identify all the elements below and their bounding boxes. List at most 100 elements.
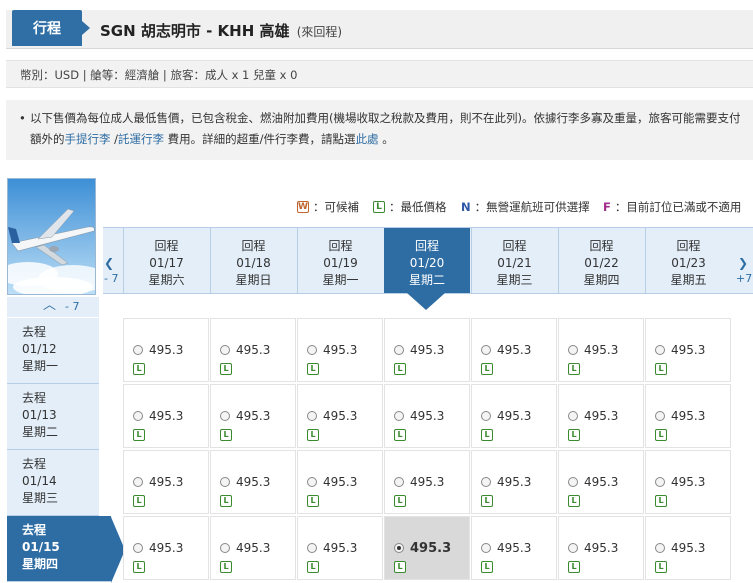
return-date-1[interactable]: 回程 01/18 星期日 [210,228,296,293]
lowest-price-badge-icon: L [394,363,406,375]
return-date-2[interactable]: 回程 01/19 星期一 [297,228,383,293]
fare-price: 495.3 [410,343,445,357]
fare-radio[interactable] [394,411,404,421]
departure-date-date: 01/13 [22,408,57,422]
fare-cell[interactable]: 495.3 L [384,384,470,448]
prev-week-link[interactable]: - 7 [104,272,118,285]
fare-cell[interactable]: 495.3 L [297,516,383,580]
return-date-label: 回程 [241,239,266,253]
fare-cell[interactable]: 495.3 L [471,384,557,448]
fare-radio[interactable] [307,477,317,487]
fare-radio[interactable] [568,411,578,421]
fare-cell[interactable]: 495.3 L [123,516,209,580]
fare-cell[interactable]: 495.3 L [558,450,644,514]
return-date-3[interactable]: 回程 01/20 星期二 [384,228,470,293]
return-date-6[interactable]: 回程 01/23 星期五 [645,228,731,293]
fare-cell[interactable]: 495.3 L [210,450,296,514]
departure-date-weekday: 星期三 [22,491,59,505]
route-text: SGN 胡志明市 - KHH 高雄 [100,22,290,40]
fare-cell[interactable]: 495.3 L [384,318,470,382]
fare-radio[interactable] [133,345,143,355]
fare-cell[interactable]: 495.3 L [645,516,731,580]
fare-radio[interactable] [655,411,665,421]
fare-cell[interactable]: 495.3 L [210,318,296,382]
lowest-price-icon: L [373,201,385,213]
fare-radio[interactable] [481,543,491,553]
lowest-price-badge-icon: L [307,495,319,507]
details-link[interactable]: 此處 [356,132,379,146]
fare-cell[interactable]: 495.3 L [297,450,383,514]
fare-radio[interactable] [481,477,491,487]
fare-radio[interactable] [220,477,230,487]
fare-radio[interactable] [394,543,404,553]
departure-date-label: 去程 [22,457,47,471]
fare-radio[interactable] [220,543,230,553]
fare-radio[interactable] [481,411,491,421]
fare-cell[interactable]: 495.3 L [384,516,470,580]
return-date-label: 回程 [502,239,527,253]
return-date-date: 01/19 [323,256,358,270]
fare-cell[interactable]: 495.3 L [471,516,557,580]
chevron-right-icon[interactable]: ❯ [738,256,748,270]
fare-price: 495.3 [584,343,619,357]
fare-cell[interactable]: 495.3 L [471,318,557,382]
departure-date-0[interactable]: 去程 01/12 星期一 [7,318,99,384]
fare-radio[interactable] [655,345,665,355]
return-date-weekday: 星期四 [583,273,620,287]
fare-cell[interactable]: 495.3 L [645,384,731,448]
legend-lowest: L ：最低價格 [373,199,447,215]
fare-price: 495.3 [671,343,706,357]
fare-radio[interactable] [133,543,143,553]
prev-departure-week[interactable]: ︿ - 7 [7,297,99,317]
return-date-label: 回程 [589,239,614,253]
fare-radio[interactable] [307,543,317,553]
fare-cell[interactable]: 495.3 L [210,516,296,580]
fare-cell[interactable]: 495.3 L [297,384,383,448]
fare-radio[interactable] [394,477,404,487]
fare-cell[interactable]: 495.3 L [123,450,209,514]
fare-radio[interactable] [133,411,143,421]
fare-radio[interactable] [481,345,491,355]
next-week-link[interactable]: +7 [736,272,752,285]
fare-cell[interactable]: 495.3 L [384,450,470,514]
fare-cell[interactable]: 495.3 L [558,516,644,580]
fare-cell[interactable]: 495.3 L [210,384,296,448]
lowest-price-badge-icon: L [481,363,493,375]
fare-radio[interactable] [655,477,665,487]
fare-radio[interactable] [568,477,578,487]
bullet-icon: • [19,111,26,125]
fare-price: 495.3 [671,475,706,489]
return-date-4[interactable]: 回程 01/21 星期三 [471,228,557,293]
fare-radio[interactable] [307,411,317,421]
lowest-price-badge-icon: L [655,561,667,573]
carry-on-baggage-link[interactable]: 手提行李 [65,132,111,146]
return-date-5[interactable]: 回程 01/22 星期四 [558,228,644,293]
departure-date-1[interactable]: 去程 01/13 星期二 [7,384,99,450]
fare-cell[interactable]: 495.3 L [645,450,731,514]
departure-date-2[interactable]: 去程 01/14 星期三 [7,450,99,516]
fare-radio[interactable] [568,345,578,355]
lowest-price-badge-icon: L [568,495,580,507]
prev-departure-text[interactable]: - 7 [65,297,79,317]
fare-cell[interactable]: 495.3 L [123,318,209,382]
itinerary-tab[interactable]: 行程 [12,10,82,46]
fare-radio[interactable] [220,345,230,355]
chevron-up-icon[interactable]: ︿ [43,296,56,316]
fare-cell[interactable]: 495.3 L [297,318,383,382]
chevron-left-icon[interactable]: ❮ [104,256,114,270]
departure-date-3[interactable]: 去程 01/15 星期四 [7,516,111,582]
fare-radio[interactable] [568,543,578,553]
checked-baggage-link[interactable]: 託運行李 [118,132,164,146]
fare-radio[interactable] [133,477,143,487]
fare-radio[interactable] [307,345,317,355]
fare-radio[interactable] [220,411,230,421]
fare-radio[interactable] [394,345,404,355]
fare-cell[interactable]: 495.3 L [558,384,644,448]
lowest-price-badge-icon: L [655,429,667,441]
return-date-0[interactable]: 回程 01/17 星期六 [123,228,209,293]
fare-radio[interactable] [655,543,665,553]
fare-cell[interactable]: 495.3 L [645,318,731,382]
fare-cell[interactable]: 495.3 L [471,450,557,514]
fare-cell[interactable]: 495.3 L [123,384,209,448]
fare-cell[interactable]: 495.3 L [558,318,644,382]
